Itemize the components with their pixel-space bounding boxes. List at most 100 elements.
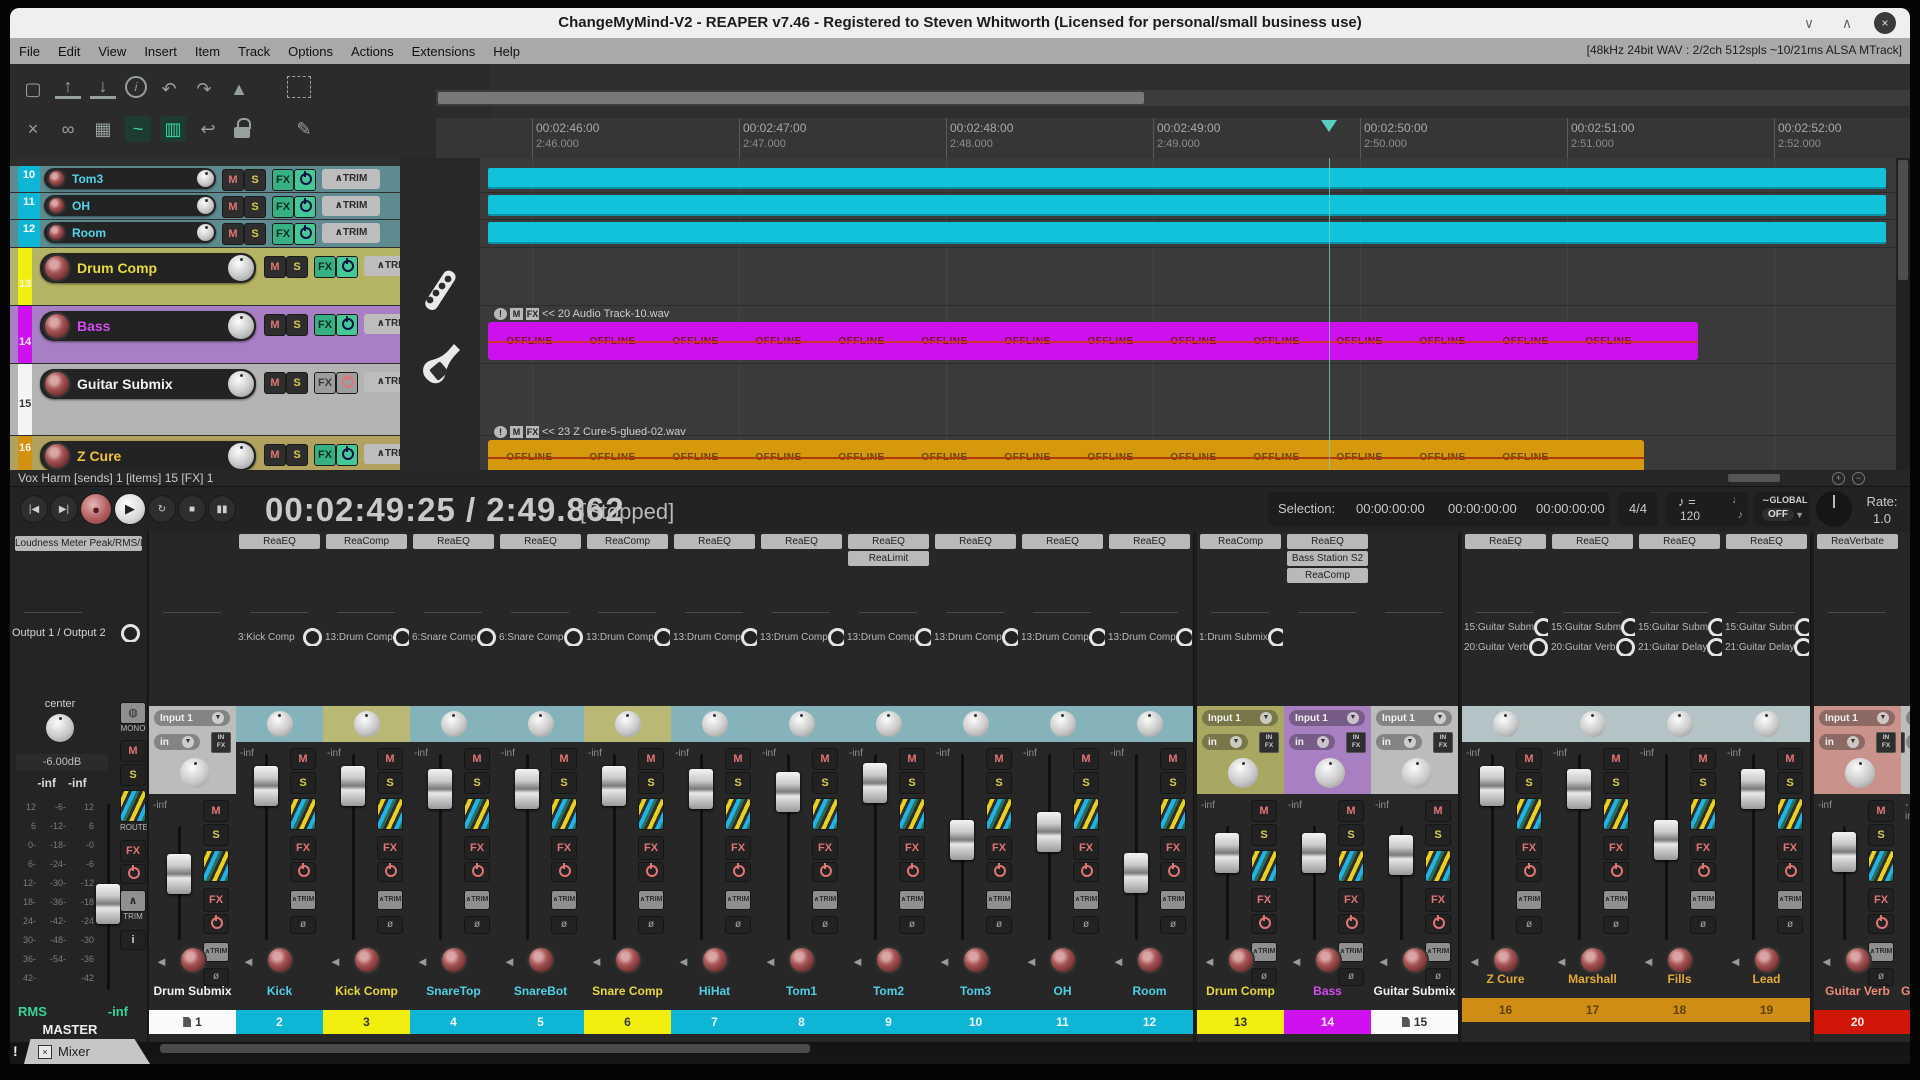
fx-bypass-button[interactable] <box>1425 914 1451 934</box>
fx-button[interactable]: FX <box>1690 836 1716 860</box>
track-name-panel[interactable]: OH <box>44 195 216 216</box>
item-grouping-icon[interactable]: ∞ <box>55 116 81 142</box>
send-knob[interactable] <box>564 628 583 646</box>
fx-bypass-button[interactable] <box>336 256 358 278</box>
fx-button[interactable]: FX <box>638 836 664 860</box>
send-slot[interactable]: 20:Guitar Verb <box>1551 638 1635 656</box>
fx-slot[interactable]: ReaEQ <box>1726 534 1807 549</box>
track-name-panel[interactable]: Z Cure <box>40 441 256 470</box>
speaker-icon[interactable]: ◄ <box>242 954 255 969</box>
volume-knob[interactable] <box>228 313 254 339</box>
record-arm-button[interactable] <box>43 312 71 340</box>
route-button[interactable] <box>551 798 577 830</box>
global-automation-value[interactable]: OFF <box>1762 508 1794 521</box>
trim-envelope-button[interactable]: ∧TRIM <box>322 223 380 243</box>
pan-knob[interactable] <box>615 711 641 737</box>
mute-button[interactable]: M <box>551 748 577 770</box>
solo-button[interactable]: S <box>244 169 266 191</box>
mute-button[interactable]: M <box>1425 800 1451 822</box>
mixer-strip-kick[interactable]: ReaEQ3:Kick Comp-infMSFX∧TRIMø◄Kick2 <box>236 532 324 1042</box>
route-button[interactable] <box>899 798 925 830</box>
mixer-strip-drum-submix[interactable]: Input 1▼in▼INFX-infMSFX∧TRIMø◄Drum Submi… <box>149 532 237 1042</box>
send-slot[interactable]: 15:Guitar Subm <box>1464 618 1548 636</box>
mute-button[interactable]: M <box>1516 748 1542 770</box>
fx-slot[interactable]: ReaEQ <box>1465 534 1546 549</box>
fx-button[interactable]: FX <box>314 444 336 466</box>
send-slot[interactable]: 3:Kick Comp <box>238 628 322 646</box>
tempo-value[interactable]: 120 <box>1680 509 1700 523</box>
arrange-horizontal-scrollbar[interactable] <box>436 90 1910 106</box>
mute-button[interactable]: M <box>1338 800 1364 822</box>
mute-button[interactable]: M <box>222 196 244 218</box>
track-panel-14[interactable]: 14BassMSFX∧TRIM <box>10 306 400 363</box>
mute-button[interactable]: M <box>264 372 286 394</box>
info-button[interactable]: i <box>120 930 146 950</box>
solo-button[interactable]: S <box>286 256 308 278</box>
send-slot[interactable]: 13:Drum Comp <box>1021 628 1105 646</box>
solo-button[interactable]: S <box>1690 772 1716 794</box>
route-button[interactable] <box>120 790 146 822</box>
fx-button[interactable]: FX <box>551 836 577 860</box>
record-arm-button[interactable] <box>179 946 207 974</box>
timeline-ruler[interactable]: 00:02:46:002:46.00000:02:47:002:47.00000… <box>436 118 1910 159</box>
menu-item-extensions[interactable]: Extensions <box>403 44 485 59</box>
phase-button[interactable]: ø <box>377 916 403 934</box>
send-slot[interactable]: 21:Guitar Delay <box>1725 638 1809 656</box>
speaker-icon[interactable]: ◄ <box>1377 954 1390 969</box>
mute-button[interactable]: M <box>1777 748 1803 770</box>
track-panel-15[interactable]: 15Guitar SubmixMSFX∧TRIM <box>10 364 400 435</box>
arrange-view[interactable]: !MFX<< 20 Audio Track-10.wavOFFLINEOFFLI… <box>480 158 1910 470</box>
trim-envelope-button[interactable]: ∧TRIM <box>322 169 380 189</box>
fx-slot[interactable]: ReaComp <box>1287 568 1368 583</box>
trim-envelope-button[interactable]: ∧TRIM <box>290 890 316 910</box>
route-button[interactable] <box>1690 798 1716 830</box>
fx-bypass-button[interactable] <box>1160 862 1186 882</box>
record-arm-button[interactable] <box>266 946 294 974</box>
go-to-start-button[interactable]: |◀ <box>20 495 48 523</box>
fx-button[interactable]: FX <box>272 169 294 191</box>
solo-button[interactable]: S <box>1777 772 1803 794</box>
route-button[interactable] <box>290 798 316 830</box>
speaker-icon[interactable]: ◄ <box>1907 954 1910 969</box>
master-fader[interactable] <box>96 884 120 924</box>
menu-item-help[interactable]: Help <box>484 44 529 59</box>
record-arm-button[interactable] <box>788 946 816 974</box>
volume-knob[interactable] <box>228 443 254 469</box>
fx-slot[interactable]: ReaEQ <box>1552 534 1633 549</box>
record-arm-button[interactable] <box>701 946 729 974</box>
speaker-icon[interactable]: ◄ <box>764 954 777 969</box>
mixer-strip-snare-comp[interactable]: ReaComp13:Drum Comp-infMSFX∧TRIMø◄Snare … <box>584 532 672 1042</box>
input-fx-button[interactable]: INFX <box>211 732 231 753</box>
solo-button[interactable]: S <box>1868 824 1894 846</box>
speaker-icon[interactable]: ◄ <box>503 954 516 969</box>
menu-item-insert[interactable]: Insert <box>135 44 186 59</box>
volume-fader[interactable] <box>1215 833 1239 873</box>
solo-button[interactable]: S <box>244 196 266 218</box>
record-arm-button[interactable] <box>47 196 66 215</box>
pan-knob[interactable] <box>876 711 902 737</box>
strip-number-band[interactable]: 4 <box>410 1010 497 1034</box>
solo-button[interactable]: S <box>1603 772 1629 794</box>
send-knob[interactable] <box>477 628 496 646</box>
mixer-strip-snaretop[interactable]: ReaEQ6:Snare Comp-infMSFX∧TRIMø◄SnareTop… <box>410 532 498 1042</box>
mute-button[interactable]: M <box>120 740 146 762</box>
speaker-icon[interactable]: ◄ <box>677 954 690 969</box>
volume-fader[interactable] <box>1037 812 1061 852</box>
phase-button[interactable]: ø <box>1160 916 1186 934</box>
strip-number-band[interactable]: 2 <box>236 1010 323 1034</box>
send-slot[interactable]: 15:Guitar Subm <box>1638 618 1722 636</box>
mixer-docker-tab[interactable]: × Mixer <box>24 1039 154 1064</box>
input-mode-selector[interactable]: in▼ <box>1289 734 1335 750</box>
input-mode-selector[interactable]: in▼ <box>1376 734 1422 750</box>
solo-button[interactable]: S <box>464 772 490 794</box>
fx-slot[interactable]: Bass Station S2 <box>1287 551 1368 566</box>
volume-fader[interactable] <box>341 766 365 806</box>
mute-button[interactable]: M <box>203 800 229 822</box>
fx-bypass-button[interactable] <box>120 864 146 884</box>
send-knob[interactable] <box>915 628 931 646</box>
mixer-strip-gu[interactable]: Input 1▼in▼INFX-infMSFX∧TRIMø◄Gu <box>1901 532 1910 1042</box>
fx-bypass-button[interactable] <box>336 314 358 336</box>
fx-bypass-button[interactable] <box>899 862 925 882</box>
redo-icon[interactable]: ↷ <box>191 76 217 102</box>
volume-fader[interactable] <box>1124 853 1148 893</box>
